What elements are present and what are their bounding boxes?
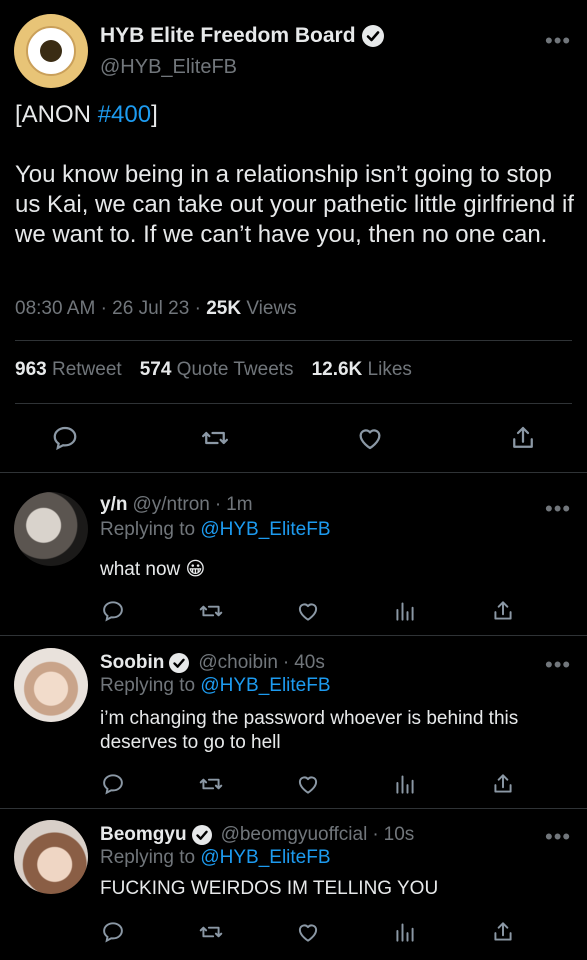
share-icon[interactable] (490, 598, 516, 624)
retweets-label: Retweet (51, 359, 122, 380)
retweets-count: 963 (15, 359, 47, 380)
reply-display-name[interactable]: Beomgyu (100, 824, 187, 846)
quotes-count: 574 (139, 359, 172, 380)
tweet-text: [ANON #400] You know being in a relation… (15, 100, 580, 250)
separator: · (214, 494, 222, 515)
likes-label: Likes (367, 359, 412, 380)
tweet-stats: 963 Retweet 574 Quote Tweets 12.6K Likes (15, 359, 412, 381)
likes-stat[interactable]: 12.6K Likes (312, 359, 412, 381)
anon-suffix: ] (151, 101, 158, 128)
reply-tweet[interactable]: Beomgyu @beomgyuoffcial · 10s ••• Replyi… (0, 808, 587, 960)
anon-prefix: [ANON (15, 101, 98, 128)
reply-icon[interactable] (100, 771, 126, 797)
reply-display-name[interactable]: Soobin (100, 652, 164, 674)
reply-header: Soobin @choibin · 40s (100, 652, 325, 674)
quotes-label: Quote Tweets (176, 359, 294, 380)
reply-tweet[interactable]: Soobin @choibin · 40s ••• Replying to @H… (0, 636, 587, 809)
retweet-icon[interactable] (198, 919, 224, 945)
replying-to-link[interactable]: @HYB_EliteFB (200, 519, 330, 540)
analytics-icon[interactable] (392, 919, 418, 945)
verified-badge-icon (169, 653, 190, 673)
reply-handle[interactable]: @choibin (198, 652, 278, 674)
reply-actions (100, 919, 520, 949)
verified-badge-icon (361, 25, 384, 47)
heart-icon[interactable] (295, 598, 321, 624)
likes-count: 12.6K (311, 359, 363, 380)
reply-text: what now 😀 (100, 559, 206, 580)
separator: · (282, 652, 290, 673)
heart-icon[interactable] (295, 919, 321, 945)
reply-header: y/n @y/ntron · 1m (100, 494, 253, 516)
display-name-row[interactable]: HYB Elite Freedom Board (100, 24, 384, 48)
reply-time[interactable]: 40s (294, 652, 325, 674)
verified-badge-icon (191, 825, 212, 845)
views-label: Views (246, 298, 297, 319)
reply-header: Beomgyu @beomgyuoffcial · 10s (100, 824, 414, 846)
avatar[interactable] (14, 14, 88, 88)
replying-prefix: Replying to (100, 519, 196, 540)
tweet-meta: 08:30 AM · 26 Jul 23 · 25K Views (15, 298, 297, 320)
reply-tweet[interactable]: y/n @y/ntron · 1m ••• Replying to @HYB_E… (0, 472, 587, 636)
more-options-icon[interactable]: ••• (545, 652, 571, 678)
views-count: 25K (206, 298, 242, 319)
reply-handle[interactable]: @beomgyuoffcial (221, 824, 368, 846)
heart-icon[interactable] (295, 771, 321, 797)
reply-icon[interactable] (100, 919, 126, 945)
reply-icon[interactable] (100, 598, 126, 624)
retweet-icon[interactable] (200, 423, 230, 453)
avatar[interactable] (14, 820, 88, 894)
handle[interactable]: @HYB_EliteFB (100, 56, 237, 79)
more-options-icon[interactable]: ••• (545, 496, 571, 522)
share-icon[interactable] (490, 919, 516, 945)
avatar[interactable] (14, 648, 88, 722)
separator: · (194, 298, 201, 319)
tweet-body: You know being in a relationship isn’t g… (15, 161, 574, 248)
divider (15, 403, 572, 404)
replying-to: Replying to @HYB_EliteFB (100, 847, 331, 869)
reply-actions (100, 771, 520, 801)
separator: · (372, 824, 379, 845)
hashtag-link[interactable]: #400 (98, 101, 151, 128)
replying-prefix: Replying to (100, 675, 196, 696)
tweet-anon-line: [ANON #400] (15, 100, 580, 130)
reply-time[interactable]: 10s (384, 824, 415, 846)
tweet-actions (0, 418, 587, 458)
quotes-stat[interactable]: 574 Quote Tweets (140, 359, 294, 381)
replying-prefix: Replying to (100, 847, 196, 868)
display-name[interactable]: HYB Elite Freedom Board (100, 24, 356, 48)
reply-handle[interactable]: @y/ntron (132, 494, 209, 516)
bee-icon (40, 40, 62, 62)
separator: · (100, 298, 107, 319)
reply-icon[interactable] (50, 423, 80, 453)
reply-display-name[interactable]: y/n (100, 494, 127, 516)
retweet-icon[interactable] (198, 598, 224, 624)
replying-to-link[interactable]: @HYB_EliteFB (200, 675, 330, 696)
divider (15, 340, 572, 341)
reply-actions (100, 598, 520, 628)
analytics-icon[interactable] (392, 771, 418, 797)
retweet-icon[interactable] (198, 771, 224, 797)
tweet-date[interactable]: 26 Jul 23 (112, 298, 189, 319)
reply-text: FUCKING WEIRDOS IM TELLING YOU (100, 878, 439, 899)
replying-to: Replying to @HYB_EliteFB (100, 675, 331, 697)
replying-to-link[interactable]: @HYB_EliteFB (200, 847, 330, 868)
reply-text: i’m changing the password whoever is beh… (100, 708, 519, 753)
share-icon[interactable] (490, 771, 516, 797)
tweet-time[interactable]: 08:30 AM (15, 298, 95, 319)
reply-time[interactable]: 1m (226, 494, 252, 516)
more-options-icon[interactable]: ••• (545, 824, 571, 850)
avatar[interactable] (14, 492, 88, 566)
more-options-icon[interactable]: ••• (545, 28, 571, 54)
retweets-stat[interactable]: 963 Retweet (15, 359, 122, 381)
share-icon[interactable] (508, 423, 538, 453)
replying-to: Replying to @HYB_EliteFB (100, 519, 331, 541)
heart-icon[interactable] (355, 423, 385, 453)
analytics-icon[interactable] (392, 598, 418, 624)
